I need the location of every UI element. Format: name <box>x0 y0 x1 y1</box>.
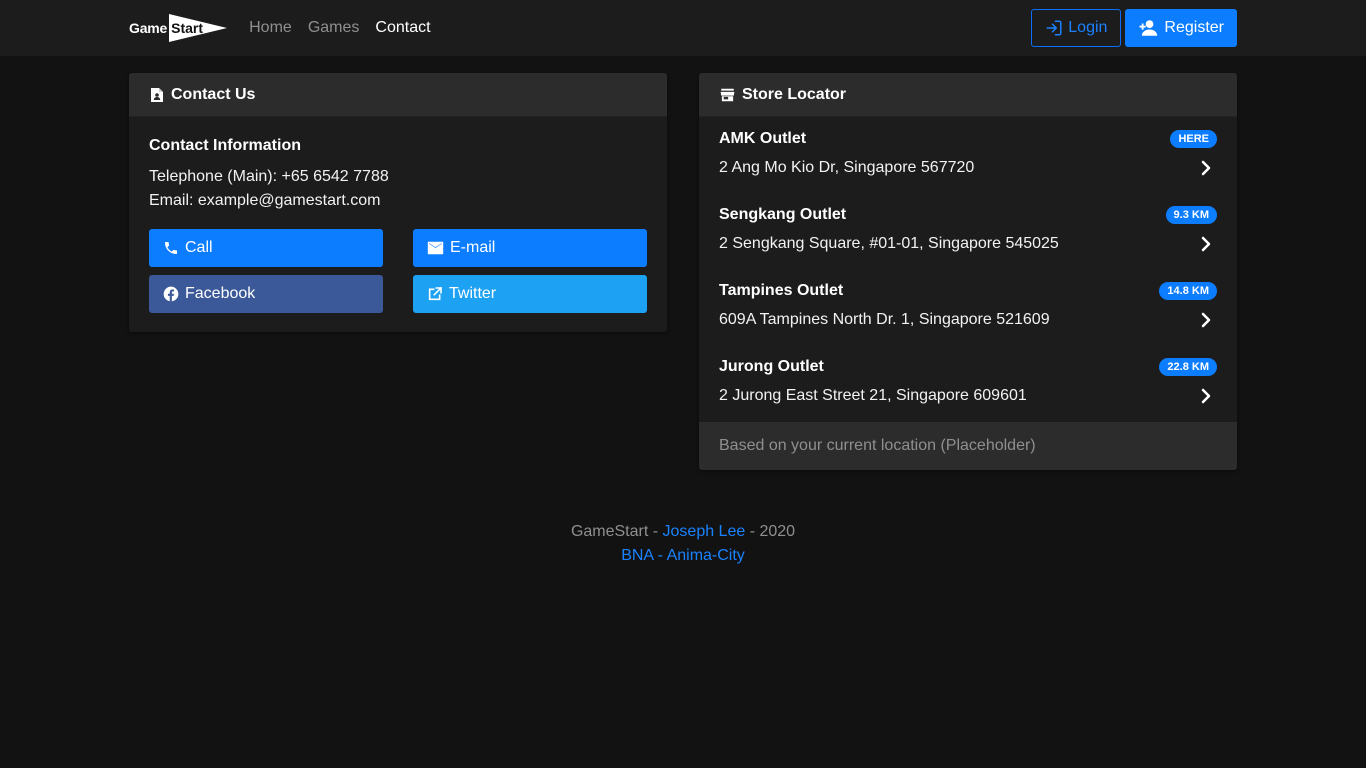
twitter-button[interactable]: Twitter <box>413 275 647 313</box>
store-item-sengkang[interactable]: Sengkang Outlet 9.3 KM 2 Sengkang Square… <box>699 193 1237 269</box>
chevron-right-icon <box>1199 311 1213 329</box>
add-user-icon <box>1138 19 1158 37</box>
footer-separator: - <box>745 523 760 540</box>
navbar-inner: Game Start Home Games Contact Login Regi… <box>129 0 1237 56</box>
chevron-right-icon <box>1199 159 1213 177</box>
footer-links-line: BNA - Anima-City <box>0 544 1366 568</box>
store-item-amk[interactable]: AMK Outlet HERE 2 Ang Mo Kio Dr, Singapo… <box>699 117 1237 193</box>
distance-badge: HERE <box>1170 130 1217 148</box>
email-button[interactable]: E-mail <box>413 229 647 267</box>
contact-card-header: Contact Us <box>129 73 667 117</box>
footer-year: 2020 <box>759 523 796 540</box>
contact-info-heading: Contact Information <box>149 137 301 154</box>
facebook-label: Facebook <box>185 285 256 302</box>
contact-card-title: Contact Us <box>171 85 256 103</box>
store-item-tampines[interactable]: Tampines Outlet 14.8 KM 609A Tampines No… <box>699 269 1237 345</box>
store-name: AMK Outlet <box>719 130 807 147</box>
store-name: Sengkang Outlet <box>719 206 847 223</box>
brand-flag-icon: Start <box>169 14 228 42</box>
facebook-icon <box>163 286 179 302</box>
page-footer: GameStart - Joseph Lee - 2020 BNA - Anim… <box>0 520 1366 568</box>
call-label: Call <box>185 239 213 256</box>
login-icon <box>1045 19 1063 37</box>
store-address: 609A Tampines North Dr. 1, Singapore 521… <box>719 311 1050 328</box>
contact-email: Email: example@gamestart.com <box>149 192 381 209</box>
contact-telephone: Telephone (Main): +65 6542 7788 <box>149 168 389 185</box>
store-address: 2 Sengkang Square, #01-01, Singapore 545… <box>719 235 1059 252</box>
call-button[interactable]: Call <box>149 229 383 267</box>
chevron-right-icon <box>1199 235 1213 253</box>
chevron-right-icon <box>1199 387 1213 405</box>
email-label: E-mail <box>450 239 496 256</box>
footer-separator: - <box>653 547 667 564</box>
distance-badge: 9.3 KM <box>1165 206 1217 224</box>
footer-bna-link[interactable]: BNA <box>621 547 653 564</box>
store-icon <box>720 88 735 102</box>
contact-button-grid: Call E-mail Facebook Twitter <box>149 229 647 313</box>
login-label: Login <box>1068 19 1108 36</box>
store-name: Jurong Outlet <box>719 358 824 375</box>
contact-body: Contact Information Telephone (Main): +6… <box>129 117 667 332</box>
phone-icon <box>163 240 179 256</box>
store-locator-card: Store Locator AMK Outlet HERE 2 Ang Mo K… <box>699 73 1237 470</box>
footer-separator: - <box>648 523 663 540</box>
login-button[interactable]: Login <box>1031 9 1122 47</box>
store-card-title: Store Locator <box>742 85 847 103</box>
brand-start-text: Start <box>171 20 204 36</box>
facebook-button[interactable]: Facebook <box>149 275 383 313</box>
register-button[interactable]: Register <box>1125 9 1237 47</box>
brand-game-text: Game <box>129 20 168 36</box>
footer-anima-city-link[interactable]: Anima-City <box>667 547 745 564</box>
store-card-header: Store Locator <box>699 73 1237 117</box>
store-address: 2 Jurong East Street 21, Singapore 60960… <box>719 387 1027 404</box>
nav-contact-link[interactable]: Contact <box>375 19 430 37</box>
store-address: 2 Ang Mo Kio Dr, Singapore 567720 <box>719 159 975 176</box>
footer-author-link[interactable]: Joseph Lee <box>663 523 746 540</box>
nav-home-link[interactable]: Home <box>249 19 292 37</box>
navbar: Game Start Home Games Contact Login Regi… <box>0 0 1366 56</box>
twitter-label: Twitter <box>449 285 497 302</box>
external-link-icon <box>427 286 443 302</box>
distance-badge: 22.8 KM <box>1159 358 1217 376</box>
store-name: Tampines Outlet <box>719 282 844 299</box>
brand-logo[interactable]: Game Start <box>129 13 228 43</box>
mail-icon <box>427 241 444 255</box>
distance-badge: 14.8 KM <box>1159 282 1217 300</box>
store-item-jurong[interactable]: Jurong Outlet 22.8 KM 2 Jurong East Stre… <box>699 345 1237 421</box>
contact-card: Contact Us Contact Information Telephone… <box>129 73 667 332</box>
store-card-footer: Based on your current location (Placehol… <box>699 422 1237 470</box>
register-label: Register <box>1164 19 1224 36</box>
footer-site-name: GameStart <box>570 523 649 540</box>
footer-credit-line: GameStart - Joseph Lee - 2020 <box>0 520 1366 544</box>
nav-games-link[interactable]: Games <box>308 19 360 37</box>
contact-document-icon <box>150 87 164 103</box>
